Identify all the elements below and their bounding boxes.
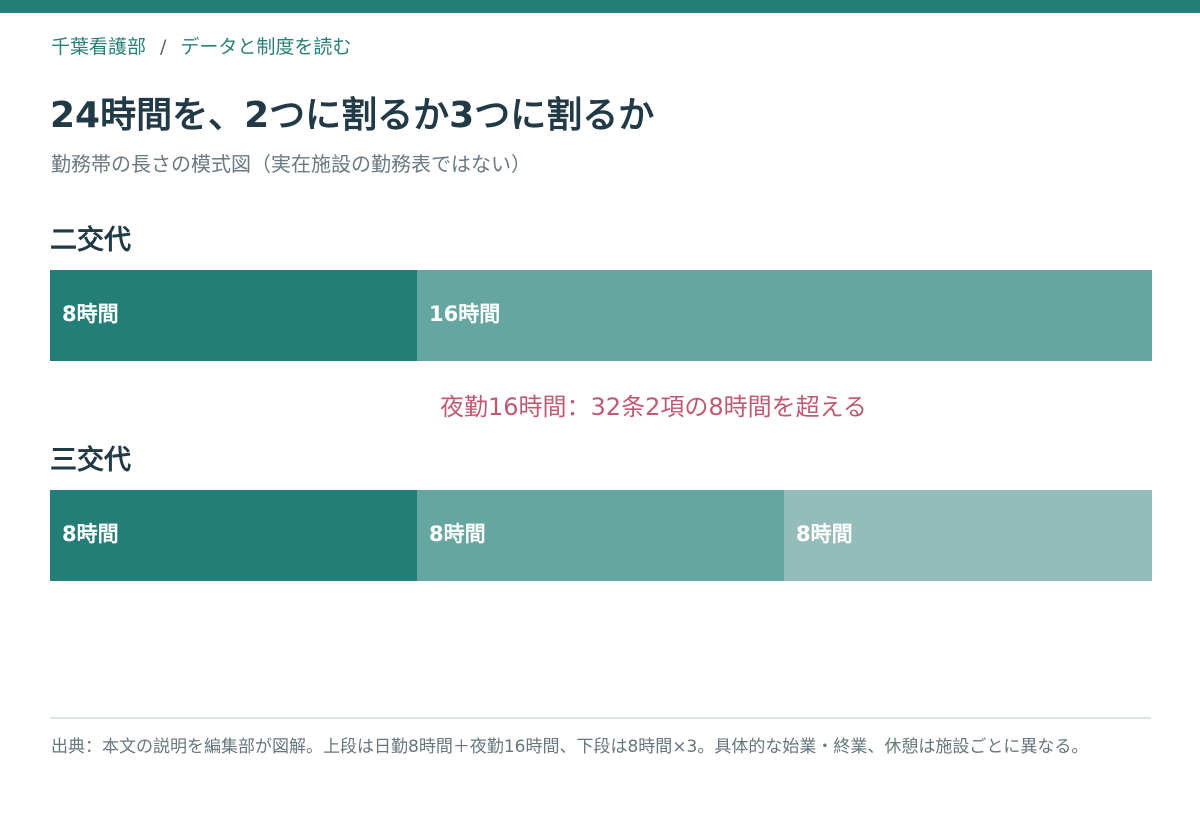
bar-segment: 8時間 [417,490,785,581]
breadcrumb: 千葉看護部 / データと制度を読む [51,32,351,59]
row-label-three-shift: 三交代 [50,445,131,476]
page-subtitle: 勤務帯の長さの模式図（実在施設の勤務表ではない） [51,152,531,176]
bar-segment: 8時間 [50,270,418,361]
segment-label: 8時間 [796,522,853,546]
page-title: 24時間を、2つに割るか3つに割るか [50,95,655,136]
bar-two-shift: 8時間 16時間 [50,270,1152,361]
breadcrumb-section-link[interactable]: データと制度を読む [180,36,351,58]
breadcrumb-separator: / [160,36,167,58]
night-shift-annotation: 夜勤16時間：32条2項の8時間を超える [440,393,867,421]
source-note: 出典：本文の説明を編集部が図解。上段は日勤8時間＋夜勤16時間、下段は8時間×3… [51,737,1089,757]
segment-label: 8時間 [62,522,119,546]
bar-three-shift: 8時間 8時間 8時間 [50,490,1152,581]
row-label-two-shift: 二交代 [50,225,131,256]
segment-label: 8時間 [429,522,486,546]
segment-label: 16時間 [429,302,501,326]
segment-label: 8時間 [62,302,119,326]
bar-segment: 16時間 [417,270,1152,361]
bar-segment: 8時間 [784,490,1152,581]
top-accent-bar [0,0,1200,13]
bar-segment: 8時間 [50,490,418,581]
footer-divider [50,717,1151,719]
breadcrumb-site-link[interactable]: 千葉看護部 [51,36,146,58]
